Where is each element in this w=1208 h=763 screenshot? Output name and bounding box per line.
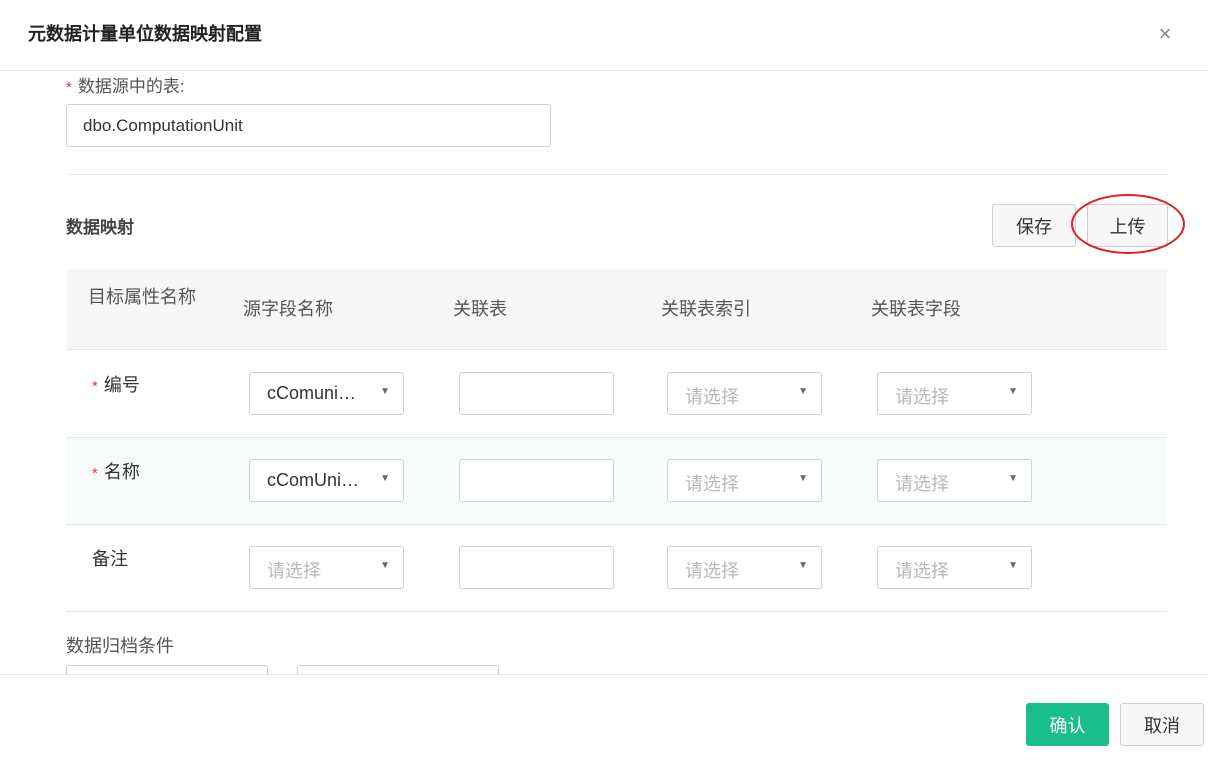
source-field-select[interactable]: cComUni… ▼ (249, 459, 404, 502)
related-index-select[interactable]: 请选择 ▼ (667, 459, 822, 502)
save-button[interactable]: 保存 (992, 204, 1076, 247)
archive-condition-input[interactable] (297, 665, 499, 674)
required-mark: * (92, 378, 98, 395)
chevron-down-icon: ▼ (380, 473, 390, 484)
column-header-target: 目标属性名称 (88, 287, 196, 307)
column-header-related-field: 关联表字段 (871, 299, 961, 319)
related-field-placeholder: 请选择 (895, 387, 949, 407)
source-table-label-text: 数据源中的表: (77, 77, 185, 96)
required-mark: * (66, 79, 72, 96)
divider (66, 174, 1167, 175)
target-attribute-label: * 名称 (92, 458, 140, 484)
source-field-value: cComUni… (267, 470, 360, 490)
dialog-header: 元数据计量单位数据映射配置 × (0, 0, 1208, 71)
related-field-placeholder: 请选择 (895, 561, 949, 581)
mapping-table-header: 目标属性名称 源字段名称 关联表 关联表索引 关联表字段 (66, 269, 1167, 350)
target-attribute-label: * 编号 (92, 371, 140, 397)
related-field-select[interactable]: 请选择 ▼ (877, 459, 1032, 502)
target-attribute-text: 编号 (103, 375, 140, 395)
table-row: * 编号 cComuni… ▼ 请选择 ▼ 请选择 ▼ (66, 351, 1167, 438)
column-header-related-index: 关联表索引 (661, 299, 751, 319)
related-field-select[interactable]: 请选择 ▼ (877, 546, 1032, 589)
related-index-placeholder: 请选择 (685, 387, 739, 407)
source-field-select[interactable]: cComuni… ▼ (249, 372, 404, 415)
related-field-select[interactable]: 请选择 ▼ (877, 372, 1032, 415)
upload-button[interactable]: 上传 (1087, 204, 1168, 247)
related-table-input[interactable] (459, 546, 614, 589)
dialog-footer: 确认 取消 (0, 674, 1208, 763)
chevron-down-icon: ▼ (380, 560, 390, 571)
required-mark: * (92, 465, 98, 482)
related-table-input[interactable] (459, 372, 614, 415)
chevron-down-icon: ▼ (798, 560, 808, 571)
chevron-down-icon: ▼ (1008, 386, 1018, 397)
archive-condition-label: 数据归档条件 (66, 636, 174, 656)
table-row: 备注 请选择 ▼ 请选择 ▼ 请选择 ▼ (66, 525, 1167, 612)
related-table-input[interactable] (459, 459, 614, 502)
column-header-related-table: 关联表 (453, 299, 507, 319)
chevron-down-icon: ▼ (1008, 560, 1018, 571)
table-row: * 名称 cComUni… ▼ 请选择 ▼ 请选择 ▼ (66, 438, 1167, 525)
column-header-source-field: 源字段名称 (243, 299, 333, 319)
cancel-button[interactable]: 取消 (1120, 703, 1204, 746)
archive-condition-select[interactable] (66, 665, 268, 674)
close-icon[interactable]: × (1153, 22, 1177, 46)
mapping-section-title: 数据映射 (66, 218, 134, 237)
source-field-value: cComuni… (267, 383, 357, 403)
source-table-input[interactable] (66, 104, 551, 147)
target-attribute-label: 备注 (92, 545, 128, 571)
source-field-placeholder: 请选择 (267, 561, 321, 581)
chevron-down-icon: ▼ (380, 386, 390, 397)
related-index-select[interactable]: 请选择 ▼ (667, 546, 822, 589)
chevron-down-icon: ▼ (798, 473, 808, 484)
target-attribute-text: 名称 (103, 462, 140, 482)
related-index-select[interactable]: 请选择 ▼ (667, 372, 822, 415)
chevron-down-icon: ▼ (1008, 473, 1018, 484)
related-index-placeholder: 请选择 (685, 561, 739, 581)
dialog-body: * 数据源中的表: 数据映射 保存 上传 目标属性名称 源字段名称 关联表 关联表… (0, 71, 1208, 674)
related-field-placeholder: 请选择 (895, 474, 949, 494)
source-field-select[interactable]: 请选择 ▼ (249, 546, 404, 589)
target-attribute-text: 备注 (92, 549, 128, 569)
source-table-label: * 数据源中的表: (66, 72, 185, 97)
related-index-placeholder: 请选择 (685, 474, 739, 494)
dialog-title: 元数据计量单位数据映射配置 (28, 24, 262, 44)
confirm-button[interactable]: 确认 (1026, 703, 1109, 746)
chevron-down-icon: ▼ (798, 386, 808, 397)
